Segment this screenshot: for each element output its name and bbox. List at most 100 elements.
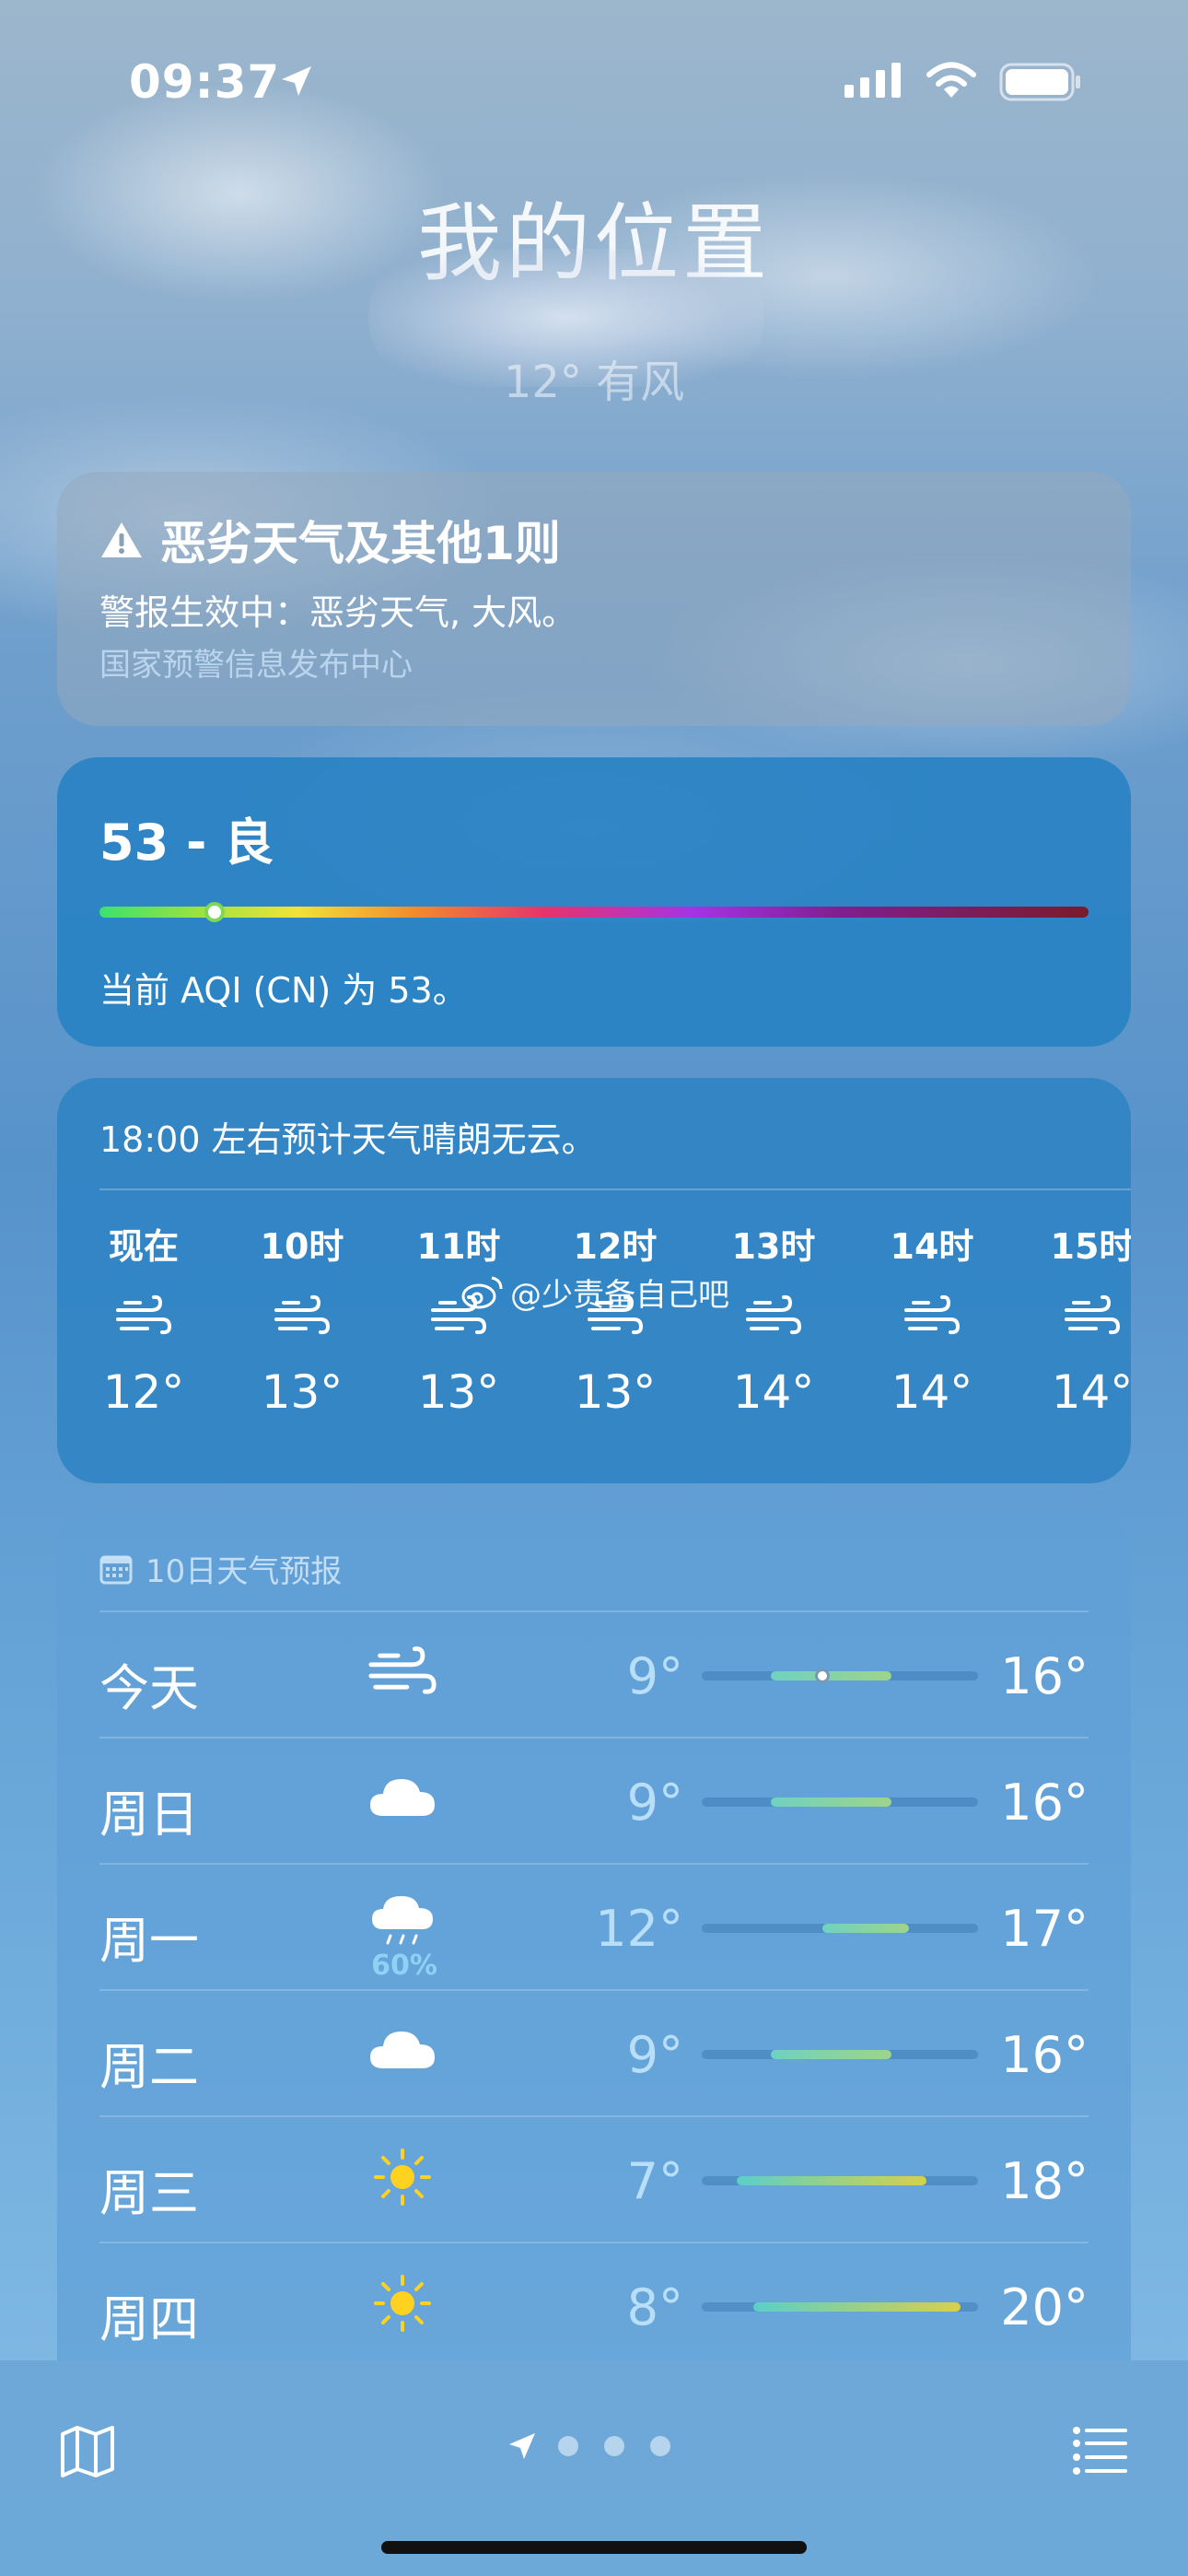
forecast-day: 周一 xyxy=(99,1912,199,1970)
hourly-item: 11时 13° xyxy=(394,1218,523,1419)
wifi-icon xyxy=(926,62,976,98)
hour-temp: 14° xyxy=(1051,1365,1131,1419)
hourly-summary: 18:00 左右预计天气晴朗无云。 xyxy=(99,1119,597,1160)
forecast-high: 16° xyxy=(1000,1647,1089,1705)
forecast-high: 16° xyxy=(1000,1774,1089,1832)
temperature-range-bar xyxy=(702,1797,978,1807)
alert-source: 国家预警信息发布中心 xyxy=(99,647,413,684)
alert-body: 警报生效中：恶劣天气, 大风。 xyxy=(99,592,577,633)
forecast-header: 10日天气预报 xyxy=(99,1546,342,1591)
hourly-item: 12时 13° xyxy=(551,1218,680,1419)
page-dot[interactable] xyxy=(604,2436,624,2456)
hour-label: 11时 xyxy=(416,1226,501,1267)
hourly-item: 15时 14° xyxy=(1028,1218,1131,1419)
temperature-range-fill xyxy=(753,2302,961,2312)
wind-icon xyxy=(1063,1290,1122,1345)
hour-temp: 13° xyxy=(261,1365,344,1419)
calendar-icon xyxy=(99,1555,133,1584)
map-icon[interactable] xyxy=(59,2423,116,2480)
forecast-low: 9° xyxy=(626,1774,683,1832)
watermark-text: @少责备自己吧 xyxy=(510,1277,729,1314)
hour-label: 14时 xyxy=(890,1226,974,1267)
temperature-range-fill xyxy=(736,2176,926,2185)
forecast-row[interactable]: 周日 9° 16° xyxy=(99,1737,1089,1863)
battery-icon xyxy=(999,63,1080,101)
wind-icon xyxy=(273,1290,332,1345)
hour-label: 12时 xyxy=(573,1226,658,1267)
temperature-range-bar xyxy=(702,2050,978,2059)
hour-label: 15时 xyxy=(1050,1226,1131,1267)
sun-icon xyxy=(367,2271,438,2336)
hourly-item: 14时 14° xyxy=(868,1218,996,1419)
forecast-row[interactable]: 今天 9° 16° xyxy=(99,1610,1089,1737)
forecast-low: 9° xyxy=(626,1647,683,1705)
cloud-icon xyxy=(367,2019,438,2083)
divider xyxy=(99,1188,1131,1190)
forecast-high: 16° xyxy=(1000,2026,1089,2084)
temperature-range-bar xyxy=(702,2176,978,2185)
forecast-row[interactable]: 周二 9° 16° xyxy=(99,1989,1089,2115)
aqi-scale-bar xyxy=(99,902,1089,922)
hour-temp: 14° xyxy=(891,1365,973,1419)
hour-label: 现在 xyxy=(108,1226,179,1267)
page-dot[interactable] xyxy=(650,2436,670,2456)
page-dot[interactable] xyxy=(558,2436,578,2456)
wind-icon xyxy=(114,1290,173,1345)
forecast-row[interactable]: 周四 8° 20° xyxy=(99,2242,1089,2360)
hourly-item: 10时 13° xyxy=(238,1218,367,1419)
temperature-range-bar xyxy=(702,1669,978,1683)
air-quality-card[interactable]: 53 - 良 当前 AQI (CN) 为 53。 xyxy=(57,757,1131,1047)
hourly-item: 13时 14° xyxy=(709,1218,838,1419)
aqi-description: 当前 AQI (CN) 为 53。 xyxy=(99,970,468,1011)
location-arrow-icon xyxy=(282,66,311,96)
aqi-indicator xyxy=(204,902,225,922)
forecast-high: 17° xyxy=(1000,1900,1089,1958)
page-indicator[interactable] xyxy=(507,2430,696,2462)
sun-icon xyxy=(367,2145,438,2209)
forecast-row[interactable]: 周三 7° 18° xyxy=(99,2115,1089,2242)
forecast-low: 7° xyxy=(626,2152,683,2210)
rain-cloud-icon xyxy=(367,1892,438,1957)
ten-day-forecast-card[interactable]: 10日天气预报 今天 9° 16° 周日 9° 16° 周一 60% 12° 17° 周二 9° 16°… xyxy=(57,1513,1131,2360)
cloud-icon xyxy=(367,1766,438,1831)
temperature-range-fill xyxy=(771,2050,892,2059)
wind-icon xyxy=(367,1640,438,1704)
forecast-low: 8° xyxy=(626,2278,683,2336)
current-location-icon xyxy=(509,2433,535,2459)
list-icon[interactable] xyxy=(1072,2425,1129,2476)
forecast-day: 今天 xyxy=(99,1659,199,1717)
hour-temp: 14° xyxy=(732,1365,815,1419)
hour-temp: 12° xyxy=(102,1365,185,1419)
hour-label: 10时 xyxy=(260,1226,344,1267)
wind-icon xyxy=(903,1290,961,1345)
hour-temp: 13° xyxy=(574,1365,657,1419)
forecast-low: 12° xyxy=(595,1900,683,1958)
alert-title-row: 恶劣天气及其他1则 xyxy=(99,507,561,573)
temperature-range-bar xyxy=(702,1924,978,1933)
forecast-header-label: 10日天气预报 xyxy=(146,1553,343,1590)
wind-icon xyxy=(744,1290,803,1345)
status-bar: 09:37 xyxy=(0,55,1188,111)
home-indicator[interactable] xyxy=(381,2541,807,2554)
precipitation-chance: 60% xyxy=(371,1950,437,1982)
forecast-row[interactable]: 周一 60% 12° 17° xyxy=(99,1863,1089,1989)
weibo-icon xyxy=(461,1276,503,1308)
forecast-low: 9° xyxy=(626,2026,683,2084)
cellular-signal-icon xyxy=(844,63,901,98)
forecast-day: 周三 xyxy=(99,2164,199,2222)
status-time: 09:37 xyxy=(129,55,281,109)
hour-label: 13时 xyxy=(731,1226,816,1267)
temperature-range-bar xyxy=(702,2302,978,2312)
forecast-day: 周四 xyxy=(99,2290,199,2348)
current-temp-marker xyxy=(815,1669,831,1683)
severe-weather-alert-card[interactable]: 恶劣天气及其他1则 警报生效中：恶劣天气, 大风。 国家预警信息发布中心 xyxy=(57,472,1131,726)
current-condition: 12° 有风 xyxy=(503,357,685,408)
forecast-day: 周日 xyxy=(99,1786,199,1844)
aqi-value: 53 - 良 xyxy=(99,814,274,872)
temperature-range-fill xyxy=(771,1671,892,1680)
hourly-item: 现在 12° xyxy=(79,1218,208,1419)
weibo-watermark: @少责备自己吧 xyxy=(460,1270,729,1315)
forecast-high: 20° xyxy=(1000,2278,1089,2336)
temperature-range-fill xyxy=(822,1924,909,1933)
warning-icon xyxy=(101,522,142,557)
